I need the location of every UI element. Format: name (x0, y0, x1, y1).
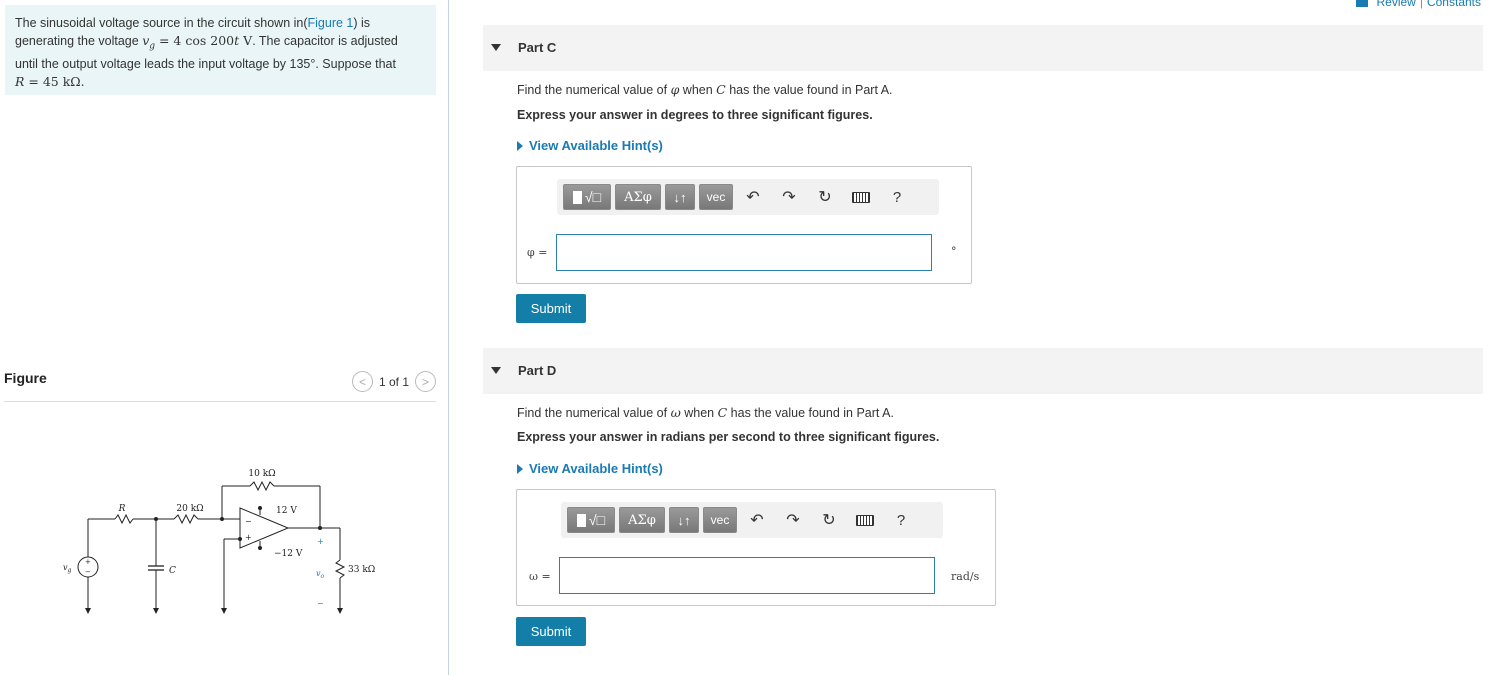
collapse-triangle-icon[interactable] (491, 44, 501, 51)
book-icon (1356, 0, 1369, 7)
vo-plus: + (317, 537, 324, 546)
vo-minus: − (317, 599, 324, 608)
hint-label: View Available Hint(s) (529, 461, 663, 476)
undo-icon[interactable]: ↶ (741, 507, 773, 533)
part-c-header[interactable]: Part C (483, 25, 1483, 71)
keyboard-icon[interactable] (849, 507, 881, 533)
problem-text: until the output voltage leads the input… (15, 56, 396, 71)
review-link[interactable]: Review (1376, 0, 1415, 9)
part-c-submit-button[interactable]: Submit (516, 294, 586, 323)
prev-figure-button[interactable]: < (351, 371, 373, 392)
figure-pager: < 1 of 1 > (351, 371, 436, 392)
vec-button[interactable]: vec (699, 184, 733, 210)
problem-statement: The sinusoidal voltage source in the cir… (5, 5, 436, 95)
top-links: Review | Constants (1356, 0, 1481, 9)
problem-text: ) is (353, 16, 371, 30)
sort-button[interactable]: ↓↑ (669, 507, 699, 533)
part-d-header[interactable]: Part D (483, 348, 1483, 394)
collapse-triangle-icon[interactable] (491, 367, 501, 374)
keyboard-icon[interactable] (845, 184, 877, 210)
part-c-answer-box: √□ ΑΣφ ↓↑ vec ↶ ↷ ↻ ? φ = ° (516, 166, 972, 284)
resistor-10k (249, 480, 275, 492)
figure-link[interactable]: Figure 1 (308, 16, 354, 30)
problem-text: generating the voltage (15, 34, 143, 48)
part-d-submit-button[interactable]: Submit (516, 617, 586, 646)
omega-variable-label: ω = (529, 570, 551, 583)
undo-icon[interactable]: ↶ (737, 184, 769, 210)
part-c-question: Find the numerical value of φ when C has… (517, 82, 893, 97)
help-icon[interactable]: ? (885, 507, 917, 533)
label-c: C (169, 566, 176, 576)
part-d-question: Find the numerical value of ω when C has… (517, 405, 894, 420)
part-d-instruction: Express your answer in radians per secon… (517, 430, 940, 444)
next-figure-button[interactable]: > (415, 371, 436, 392)
part-d-hint-link[interactable]: View Available Hint(s) (517, 461, 663, 476)
link-separator: | (1419, 0, 1423, 9)
omega-answer-input[interactable] (559, 557, 935, 594)
figure-title: Figure (4, 370, 47, 386)
opamp-plus: + (245, 533, 252, 542)
left-panel: The sinusoidal voltage source in the cir… (0, 0, 449, 675)
resistor-r (114, 513, 134, 525)
problem-text: The sinusoidal voltage source in the cir… (15, 16, 308, 30)
greek-button[interactable]: ΑΣφ (619, 507, 665, 533)
part-c-toolbar: √□ ΑΣφ ↓↑ vec ↶ ↷ ↻ ? (557, 179, 939, 215)
templates-button[interactable]: √□ (567, 507, 615, 533)
rad-per-s-unit: rad/s (951, 570, 980, 583)
source-minus: − (85, 568, 91, 576)
figure-header: Figure < 1 of 1 > (4, 366, 436, 402)
templates-button[interactable]: √□ (563, 184, 611, 210)
part-d-label: Part D (518, 363, 557, 378)
pager-text: 1 of 1 (378, 374, 409, 389)
label-vneg: −12 V (274, 549, 303, 559)
help-icon[interactable]: ? (881, 184, 913, 210)
degree-unit: ° (951, 245, 957, 258)
label-vg: vg (63, 563, 72, 574)
reset-icon[interactable]: ↻ (813, 507, 845, 533)
label-10k: 10 kΩ (248, 469, 275, 479)
part-c-instruction: Express your answer in degrees to three … (517, 108, 873, 122)
circuit-diagram: 10 kΩ R 20 kΩ − + 12 V −12 V + − vg C + … (63, 469, 375, 614)
opamp-minus: − (245, 517, 252, 526)
expand-arrow-icon (517, 463, 523, 474)
voltage-expression: vg = 4 cos 200t V (142, 33, 253, 52)
phi-variable-label: φ = (527, 246, 548, 259)
problem-text: . The capacitor is adjusted (252, 34, 398, 48)
label-r: R (118, 504, 126, 514)
phi-answer-input[interactable] (556, 234, 932, 271)
expand-arrow-icon (517, 140, 523, 151)
resistor-20k (173, 513, 199, 525)
constants-link[interactable]: Constants (1427, 0, 1481, 9)
part-c-label: Part C (518, 40, 557, 55)
source-plus: + (85, 558, 91, 566)
resistor-33k (334, 559, 346, 579)
redo-icon[interactable]: ↷ (777, 507, 809, 533)
vec-button[interactable]: vec (703, 507, 737, 533)
label-vpos: 12 V (276, 506, 297, 516)
reset-icon[interactable]: ↻ (809, 184, 841, 210)
sort-button[interactable]: ↓↑ (665, 184, 695, 210)
part-d-toolbar: √□ ΑΣφ ↓↑ vec ↶ ↷ ↻ ? (561, 502, 943, 538)
redo-icon[interactable]: ↷ (773, 184, 805, 210)
label-vo: vo (316, 569, 325, 580)
label-33k: 33 kΩ (348, 565, 375, 575)
part-d-answer-box: √□ ΑΣφ ↓↑ vec ↶ ↷ ↻ ? ω = rad/s (516, 489, 996, 606)
greek-button[interactable]: ΑΣφ (615, 184, 661, 210)
hint-label: View Available Hint(s) (529, 138, 663, 153)
resistance-value: R = 45 kΩ. (15, 73, 85, 89)
label-20k: 20 kΩ (176, 504, 203, 514)
part-c-hint-link[interactable]: View Available Hint(s) (517, 138, 663, 153)
